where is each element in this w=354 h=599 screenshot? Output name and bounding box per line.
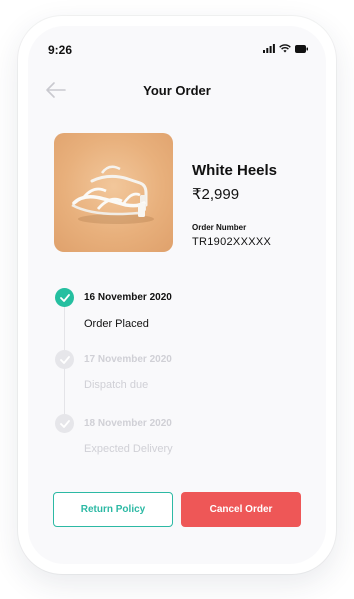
signal-icon: [263, 44, 275, 53]
timeline-date: 17 November 2020: [84, 354, 172, 365]
product-image: [54, 133, 173, 252]
step-status-pending-icon: [55, 414, 74, 433]
step-status-pending-icon: [55, 350, 74, 369]
step-status-done-icon: [55, 288, 74, 307]
return-policy-button[interactable]: Return Policy: [53, 492, 173, 527]
timeline-status: Expected Delivery: [84, 443, 173, 455]
timeline-status: Dispatch due: [84, 379, 149, 391]
white-heels-image: [71, 165, 154, 224]
order-number: TR1902XXXXX: [192, 236, 272, 248]
page-title: Your Order: [143, 83, 211, 98]
status-icons: [263, 44, 308, 53]
timeline-status: Order Placed: [84, 318, 149, 330]
check-icon: [59, 293, 70, 302]
timeline-date: 18 November 2020: [84, 418, 172, 429]
product-name: White Heels: [192, 162, 278, 179]
timeline-date: 16 November 2020: [84, 292, 172, 303]
battery-icon: [295, 44, 308, 53]
check-icon: [59, 419, 70, 428]
app-screen: 9:26 Your Order White Heels ₹2,999 Order…: [28, 26, 326, 564]
wifi-icon: [279, 44, 291, 53]
check-icon: [59, 355, 70, 364]
order-number-label: Order Number: [192, 223, 247, 232]
status-time: 9:26: [48, 43, 73, 57]
product-price: ₹2,999: [192, 186, 240, 203]
cancel-order-button[interactable]: Cancel Order: [181, 492, 301, 527]
